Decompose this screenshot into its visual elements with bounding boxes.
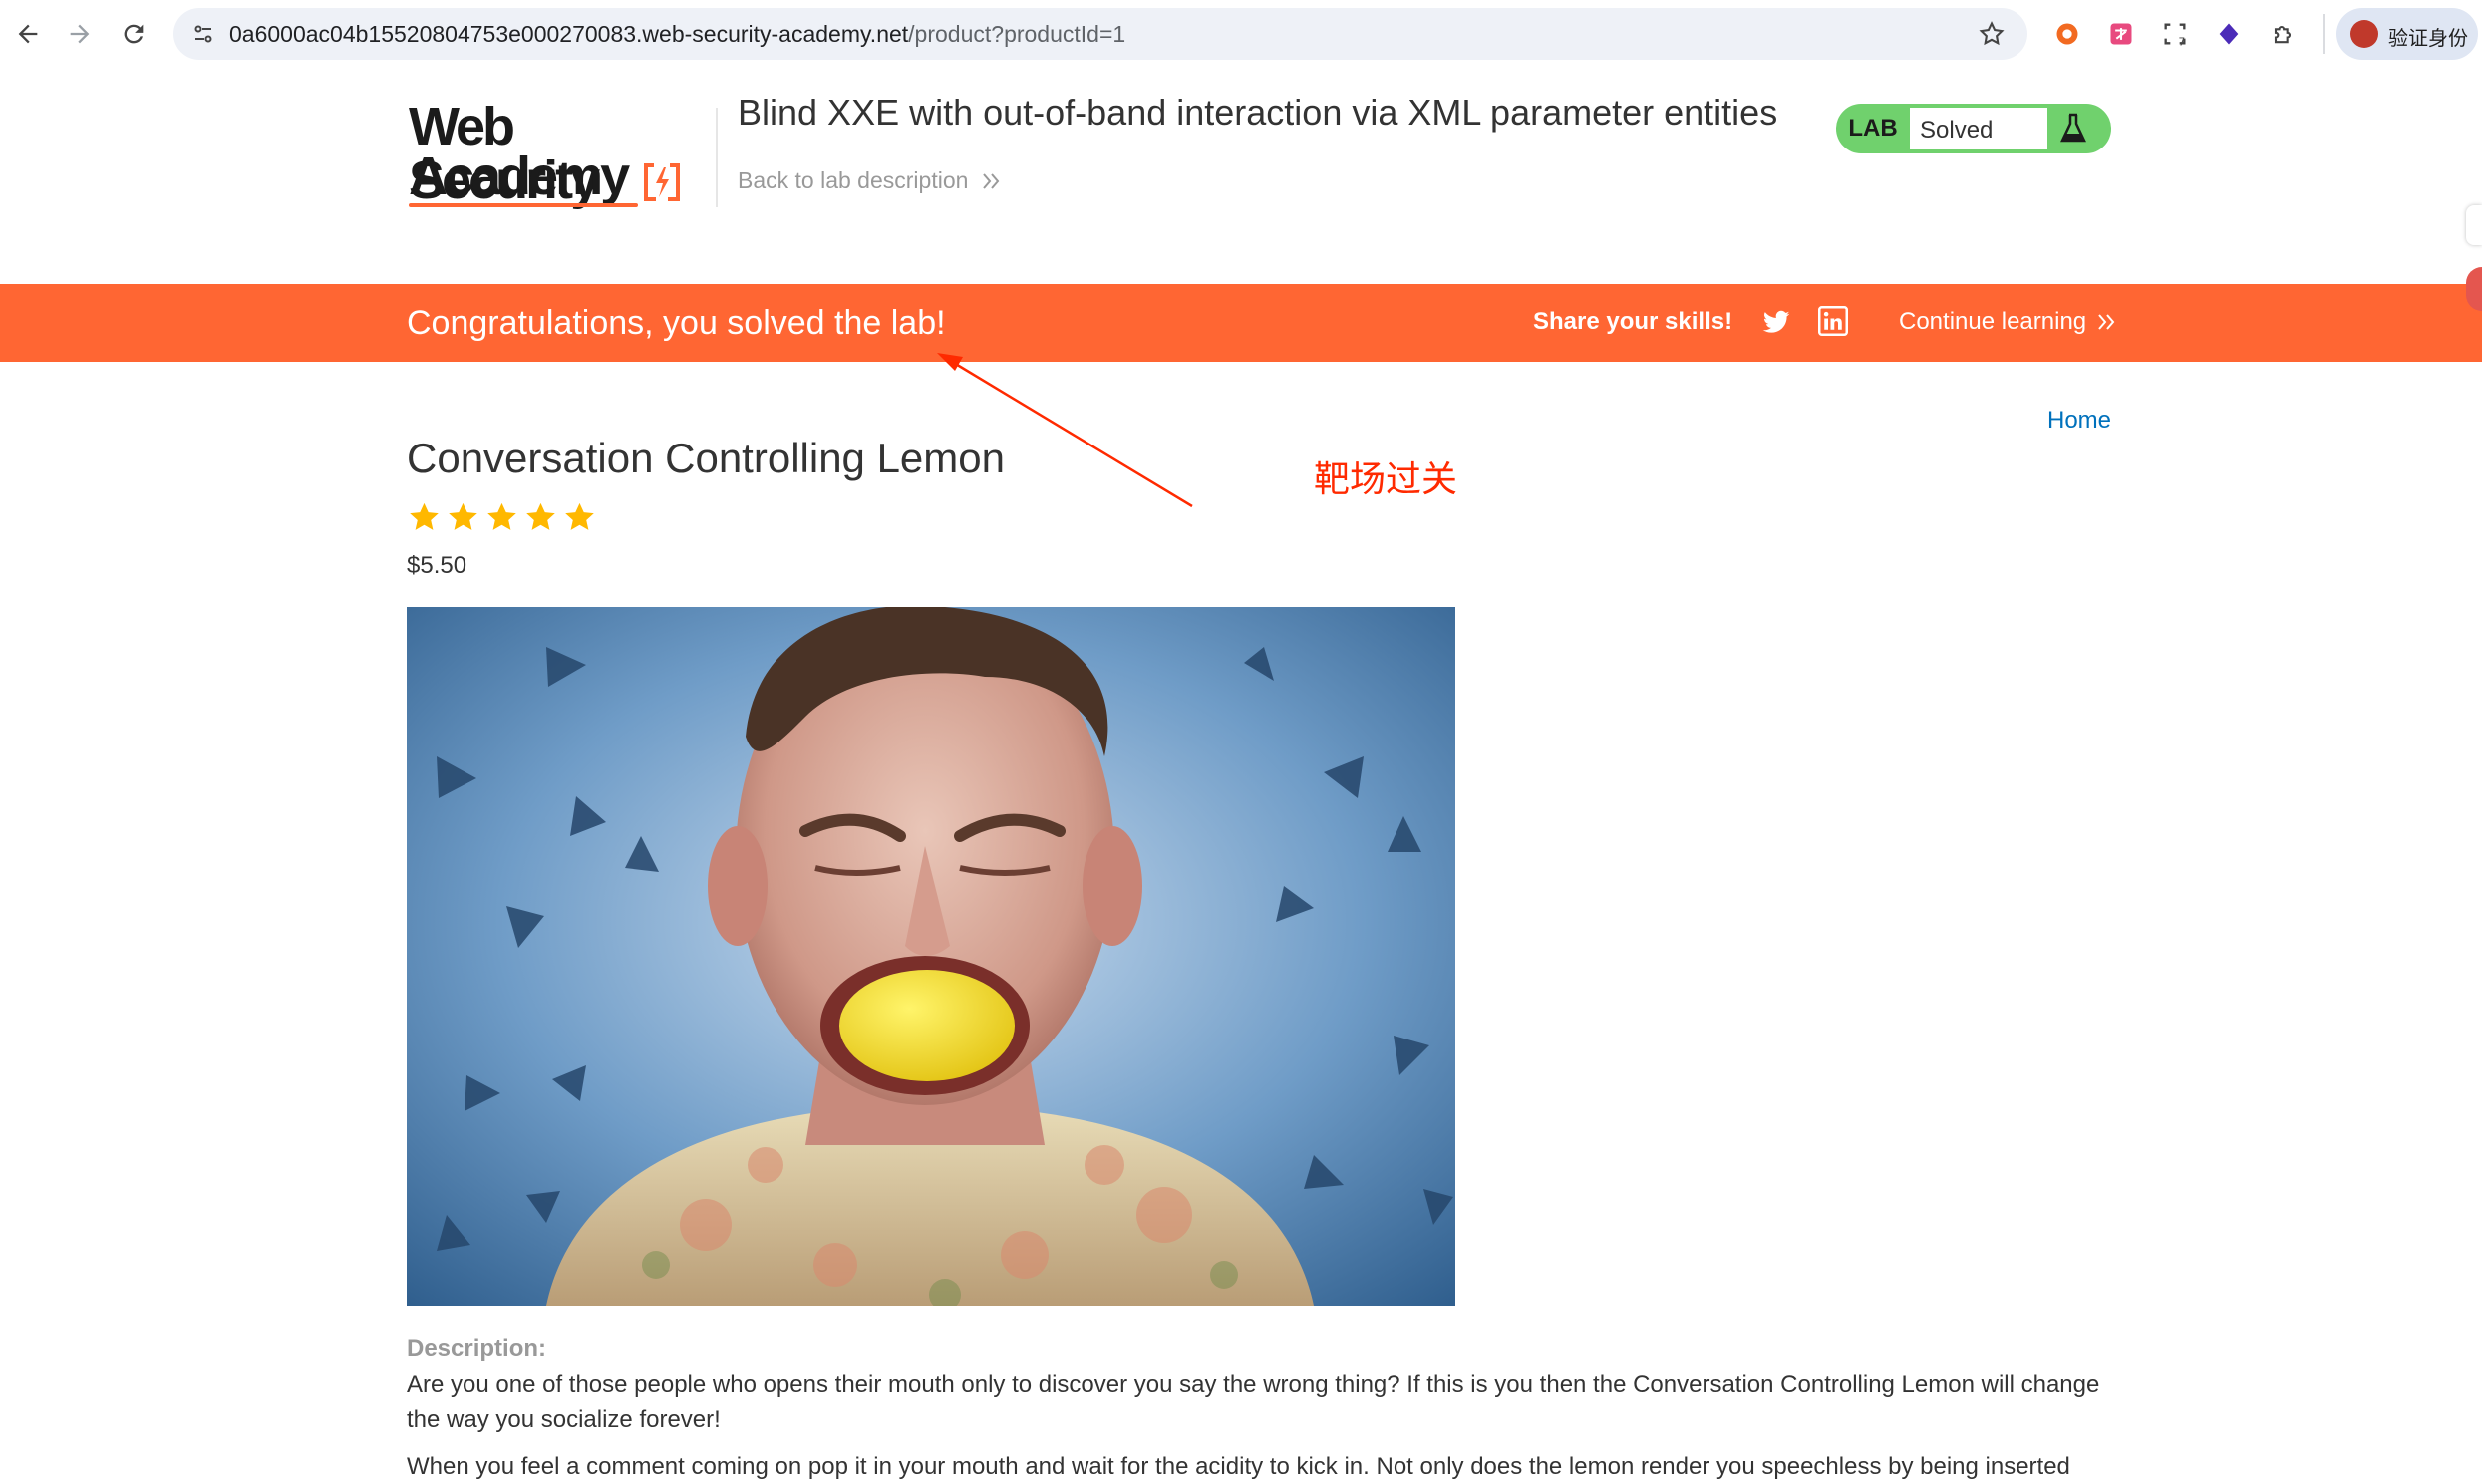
logo-bolt-icon (644, 163, 680, 201)
toolbar-divider (2323, 14, 2325, 54)
annotation-text: 靶场过关 (1314, 458, 1458, 499)
back-link-label: Back to lab description (738, 167, 969, 193)
share-skills-label: Share your skills! (1533, 308, 1733, 335)
flask-icon (2060, 113, 2086, 143)
linkedin-icon[interactable] (1818, 306, 1848, 336)
lab-tag: LAB (1848, 115, 1898, 142)
back-to-description-link[interactable]: Back to lab description (738, 167, 1003, 194)
product-image (407, 607, 1455, 1306)
man-biting-lemon-image (407, 607, 1455, 1306)
star-icon (565, 502, 594, 530)
lab-status-text: Solved (1920, 117, 1994, 144)
forward-arrow-icon[interactable] (58, 12, 102, 56)
address-bar[interactable]: 0a6000ac04b15520804753e000270083.web-sec… (173, 8, 2027, 60)
extension-diamond-icon[interactable] (2213, 18, 2245, 50)
rating-stars (407, 500, 597, 538)
double-chevron-right-icon (2098, 314, 2115, 330)
url-text: 0a6000ac04b15520804753e000270083.web-sec… (229, 21, 1125, 48)
url-host: 0a6000ac04b15520804753e000270083.web-sec… (229, 21, 909, 47)
bookmark-star-icon[interactable] (1978, 20, 2006, 48)
extensions-puzzle-icon[interactable] (2267, 18, 2299, 50)
star-icon (487, 502, 516, 530)
star-icon (526, 502, 555, 530)
side-panel-tab[interactable] (2466, 205, 2482, 245)
home-link[interactable]: Home (2047, 407, 2111, 435)
avatar (2350, 20, 2378, 48)
description-paragraph-1: Are you one of those people who opens th… (407, 1371, 2100, 1433)
extension-translate-icon[interactable] (2105, 18, 2137, 50)
logo-underline (409, 203, 638, 207)
svg-text:7: 7 (2179, 37, 2186, 48)
floating-widget-tab[interactable] (2466, 267, 2482, 311)
description-paragraph-2: When you feel a comment coming on pop it… (407, 1453, 2070, 1480)
solved-banner: Congratulations, you solved the lab! Sha… (0, 284, 2482, 362)
congratulations-message: Congratulations, you solved the lab! (407, 304, 946, 342)
site-info-icon[interactable] (191, 22, 215, 46)
url-path: /product?productId=1 (908, 21, 1126, 47)
continue-learning-link[interactable]: Continue learning (1899, 308, 2117, 336)
lab-status-badge: LAB Solved (1836, 104, 2111, 153)
back-arrow-icon[interactable] (6, 12, 50, 56)
product-name: Conversation Controlling Lemon (407, 435, 1005, 481)
extension-circle-icon[interactable] (2051, 18, 2083, 50)
logo-line-2: Academy (409, 147, 630, 206)
twitter-icon[interactable] (1760, 306, 1792, 338)
star-icon (410, 502, 439, 530)
double-chevron-right-icon (983, 173, 1000, 189)
lab-status-box: Solved (1910, 108, 2047, 149)
description-label: Description: (407, 1336, 547, 1362)
product-price: $5.50 (407, 552, 467, 579)
profile-label: 验证身份 (2388, 28, 2468, 50)
header-divider (716, 108, 718, 207)
continue-learning-label: Continue learning (1899, 308, 2087, 335)
star-icon (449, 502, 477, 530)
extension-screenshot-icon[interactable]: 7 (2159, 18, 2191, 50)
lab-title: Blind XXE with out-of-band interaction v… (738, 92, 1778, 133)
reload-icon[interactable] (112, 12, 155, 56)
profile-button[interactable]: 验证身份 (2336, 8, 2478, 60)
web-security-academy-logo[interactable]: Web Security Academy (409, 100, 708, 209)
browser-toolbar: 0a6000ac04b15520804753e000270083.web-sec… (0, 0, 2482, 68)
